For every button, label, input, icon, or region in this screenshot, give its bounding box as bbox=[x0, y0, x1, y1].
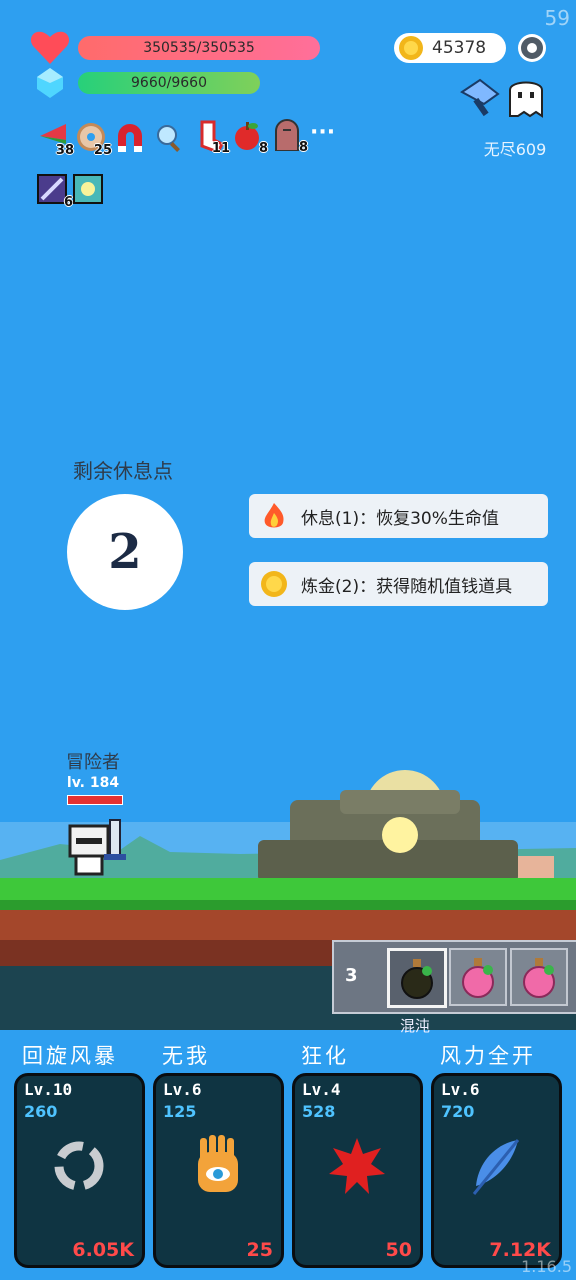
feather-icon bbox=[472, 1139, 520, 1195]
selected-potion-label: 混沌 bbox=[399, 1017, 430, 1035]
coin-counter: 45378 bbox=[394, 33, 506, 63]
eye-hand-icon bbox=[198, 1135, 238, 1192]
sock-icon[interactable]: 11 bbox=[194, 120, 230, 156]
skill-name: 回旋风暴 bbox=[22, 1044, 118, 1068]
skill-level: Lv.6 bbox=[163, 1080, 202, 1099]
apple-icon[interactable]: 8 bbox=[232, 120, 268, 156]
item-count: 25 bbox=[93, 143, 112, 158]
rest-option-label: 休息(1)：恢复30%生命值 bbox=[301, 508, 499, 529]
mana-crystal-icon bbox=[37, 68, 63, 98]
potion-slot[interactable] bbox=[510, 948, 568, 1006]
pink-potion-icon bbox=[462, 958, 494, 998]
skill-mana: 528 bbox=[302, 1102, 336, 1121]
skill-card-rage[interactable]: Lv.4 528 50 bbox=[292, 1073, 423, 1268]
pickaxe-icon[interactable] bbox=[458, 78, 502, 118]
skill-card-selfless[interactable]: Lv.6 125 25 bbox=[153, 1073, 284, 1268]
hero-name: 冒险者 bbox=[66, 752, 120, 773]
item-count: 11 bbox=[211, 141, 230, 156]
fire-icon bbox=[264, 503, 284, 528]
hero-hp-bar bbox=[67, 795, 123, 805]
item-count: 38 bbox=[55, 143, 74, 158]
rage-splash-icon bbox=[329, 1138, 385, 1194]
skill-name: 狂化 bbox=[301, 1044, 349, 1068]
endless-mode-label: 无尽609 bbox=[483, 140, 547, 159]
skill-mana: 720 bbox=[441, 1102, 475, 1121]
item-count: 6 bbox=[63, 195, 73, 210]
sparkle-icon[interactable] bbox=[73, 174, 103, 204]
alchemy-option-label: 炼金(2)：获得随机值钱道具 bbox=[301, 576, 513, 597]
scroll-icon[interactable]: 6 bbox=[37, 174, 73, 210]
donut-icon[interactable]: 25 bbox=[76, 122, 112, 158]
potion-chaos-slot[interactable] bbox=[387, 948, 447, 1008]
campfire-flame bbox=[382, 817, 418, 853]
item-count: 8 bbox=[258, 141, 268, 156]
rest-points-value: 2 bbox=[67, 494, 183, 610]
chaos-potion-icon bbox=[401, 959, 433, 999]
magnifier-icon[interactable] bbox=[154, 122, 184, 152]
fps-counter: 59 bbox=[544, 6, 570, 30]
version-label: 1.16.5 bbox=[521, 1257, 572, 1276]
pink-potion-icon bbox=[523, 958, 555, 998]
skill-mana: 125 bbox=[163, 1102, 197, 1121]
skill-level: Lv.4 bbox=[302, 1080, 341, 1099]
magnet-icon[interactable] bbox=[114, 122, 144, 152]
coin-icon bbox=[399, 36, 423, 60]
skill-card-whirlwind[interactable]: Lv.10 260 6.05K bbox=[14, 1073, 145, 1268]
skill-card-wind[interactable]: Lv.6 720 7.12K bbox=[431, 1073, 562, 1268]
more-items-icon[interactable]: ··· bbox=[310, 120, 335, 145]
heart-icon bbox=[30, 31, 70, 64]
hp-bar: 350535/350535 bbox=[78, 36, 320, 60]
skill-level: Lv.10 bbox=[24, 1080, 73, 1099]
mp-bar: 9660/9660 bbox=[78, 72, 260, 94]
potion-slot[interactable] bbox=[449, 948, 507, 1006]
skill-cost: 25 bbox=[246, 1239, 273, 1261]
potion-count: 3 bbox=[345, 965, 358, 986]
alchemy-option-button[interactable]: 炼金(2)：获得随机值钱道具 bbox=[249, 562, 548, 606]
hero-level: lv. 184 bbox=[66, 775, 120, 791]
tombstone-icon[interactable]: 8 bbox=[272, 119, 308, 155]
item-count: 8 bbox=[298, 140, 308, 155]
rest-option-button[interactable]: 休息(1)：恢复30%生命值 bbox=[249, 494, 548, 538]
watermelon-icon[interactable]: 38 bbox=[38, 122, 74, 158]
skill-level: Lv.6 bbox=[441, 1080, 480, 1099]
coin-value: 45378 bbox=[432, 38, 487, 58]
knight-sprite[interactable] bbox=[66, 818, 130, 880]
coin-icon bbox=[261, 571, 287, 597]
skill-name: 风力全开 bbox=[440, 1044, 536, 1068]
skill-cost: 50 bbox=[385, 1239, 412, 1261]
ghost-icon[interactable] bbox=[506, 78, 546, 118]
skill-name: 无我 bbox=[162, 1044, 210, 1068]
whirlwind-icon bbox=[54, 1141, 104, 1191]
rest-points-title: 剩余休息点 bbox=[73, 459, 173, 483]
settings-gear-icon[interactable] bbox=[515, 31, 549, 65]
skill-mana: 260 bbox=[24, 1102, 58, 1121]
skill-cost: 6.05K bbox=[72, 1239, 134, 1261]
